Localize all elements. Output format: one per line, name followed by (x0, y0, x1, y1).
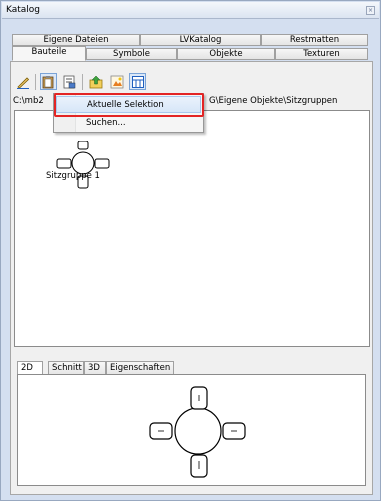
toolbar-separator (82, 74, 83, 90)
tab-lvkatalog[interactable]: LVKatalog (140, 34, 261, 46)
seating-group-thumbnail (56, 141, 110, 189)
toolbar-separator (35, 74, 36, 90)
close-icon[interactable]: × (366, 6, 375, 15)
toolbar (14, 73, 150, 93)
tab-eigene-dateien[interactable]: Eigene Dateien (12, 34, 140, 46)
preview-2d (17, 374, 366, 486)
tab-label: Eigene Dateien (43, 35, 109, 45)
menu-item-label: Suchen... (86, 118, 126, 128)
pencil-icon[interactable] (14, 73, 31, 90)
highlight-annotation (54, 93, 204, 117)
tab-eigenschaften[interactable]: Eigenschaften (106, 361, 174, 375)
tab-objekte[interactable]: Objekte (177, 48, 275, 60)
tab-symbole[interactable]: Symbole (86, 48, 177, 60)
tab-2d[interactable]: 2D (17, 361, 43, 375)
image-icon[interactable] (108, 73, 125, 90)
tab-schnitt[interactable]: Schnitt (48, 361, 84, 375)
clipboard-icon[interactable] (40, 73, 57, 90)
tab-bauteile[interactable]: Bauteile (12, 46, 86, 61)
catalog-window: Katalog × Eigene Dateien LVKatalog Restm… (0, 0, 381, 501)
tab-restmatten[interactable]: Restmatten (261, 34, 368, 46)
path-text-start: C:\mb2 (13, 96, 44, 106)
properties-icon[interactable] (61, 73, 78, 90)
path-text-end: G\Eigene Objekte\Sitzgruppen (209, 96, 338, 106)
tab-label: 2D (21, 363, 33, 373)
window-title: Katalog (6, 5, 41, 15)
tab-label: Objekte (209, 49, 243, 59)
tab-label: Restmatten (289, 35, 340, 45)
tab-label: 3D (88, 363, 100, 373)
tab-label: Schnitt (52, 363, 82, 373)
grid-view-icon[interactable] (129, 73, 146, 90)
tab-label: Eigenschaften (110, 363, 171, 373)
seating-group-preview (149, 386, 246, 478)
menu-item-suchen[interactable]: Suchen... (56, 115, 201, 132)
tab-3d[interactable]: 3D (84, 361, 106, 375)
tab-label: Symbole (113, 49, 150, 59)
tab-label: Bauteile (31, 47, 67, 57)
tab-texturen[interactable]: Texturen (275, 48, 368, 60)
title-bar[interactable]: Katalog × (2, 2, 379, 19)
list-item-label: Sitzgruppe 1 (46, 171, 100, 181)
folder-up-icon[interactable] (87, 73, 104, 90)
catalog-list[interactable] (14, 110, 370, 347)
tab-label: LVKatalog (179, 35, 222, 45)
tab-label: Texturen (303, 49, 340, 59)
